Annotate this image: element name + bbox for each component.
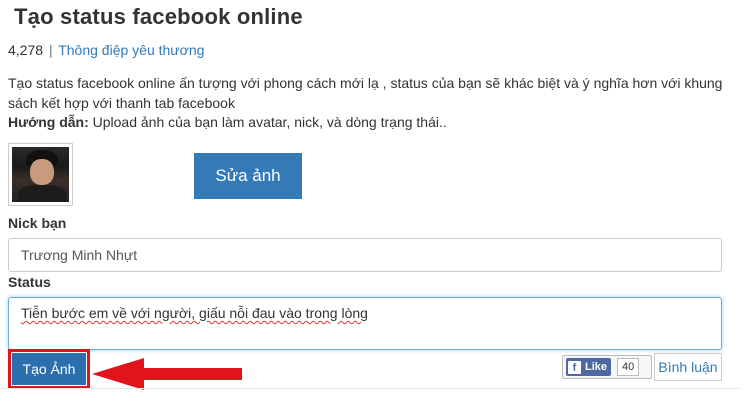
like-count: 40 xyxy=(617,358,640,376)
create-image-button[interactable]: Tạo Ảnh xyxy=(11,352,87,386)
post-meta: 4,278 | Thông điệp yêu thương xyxy=(8,42,204,58)
guide-label: Hướng dẫn: xyxy=(8,114,89,130)
create-highlight: Tạo Ảnh xyxy=(8,349,90,389)
facebook-icon: f xyxy=(568,360,581,374)
red-arrow-icon xyxy=(92,358,242,390)
nick-label: Nick bạn xyxy=(8,215,67,231)
description: Tạo status facebook online ấn tượng với … xyxy=(8,75,723,111)
facebook-like-widget[interactable]: f Like 40 xyxy=(562,355,652,379)
avatar-upload[interactable] xyxy=(8,143,73,206)
category-link[interactable]: Thông điệp yêu thương xyxy=(58,42,204,58)
edit-photo-button[interactable]: Sửa ảnh xyxy=(194,153,302,199)
status-textarea[interactable]: Tiễn bước em về với người, giấu nỗi đau … xyxy=(8,297,722,350)
avatar xyxy=(12,147,69,202)
guide-text: Hướng dẫn: Upload ảnh của bạn làm avatar… xyxy=(8,114,447,130)
divider xyxy=(0,388,740,389)
status-label: Status xyxy=(8,274,51,290)
nick-input[interactable]: Trương Minh Nhựt xyxy=(8,238,722,272)
guide-body: Upload ảnh của bạn làm avatar, nick, và … xyxy=(88,114,447,130)
meta-separator: | xyxy=(48,42,53,58)
status-text: Tiễn bước em về với người, giấu nỗi đau … xyxy=(21,305,368,321)
like-button[interactable]: f Like xyxy=(566,358,612,376)
comment-button[interactable]: Bình luận xyxy=(654,353,722,381)
like-label: Like xyxy=(585,361,608,373)
page-title: Tạo status facebook online xyxy=(14,4,303,29)
view-count: 4,278 xyxy=(8,42,44,58)
